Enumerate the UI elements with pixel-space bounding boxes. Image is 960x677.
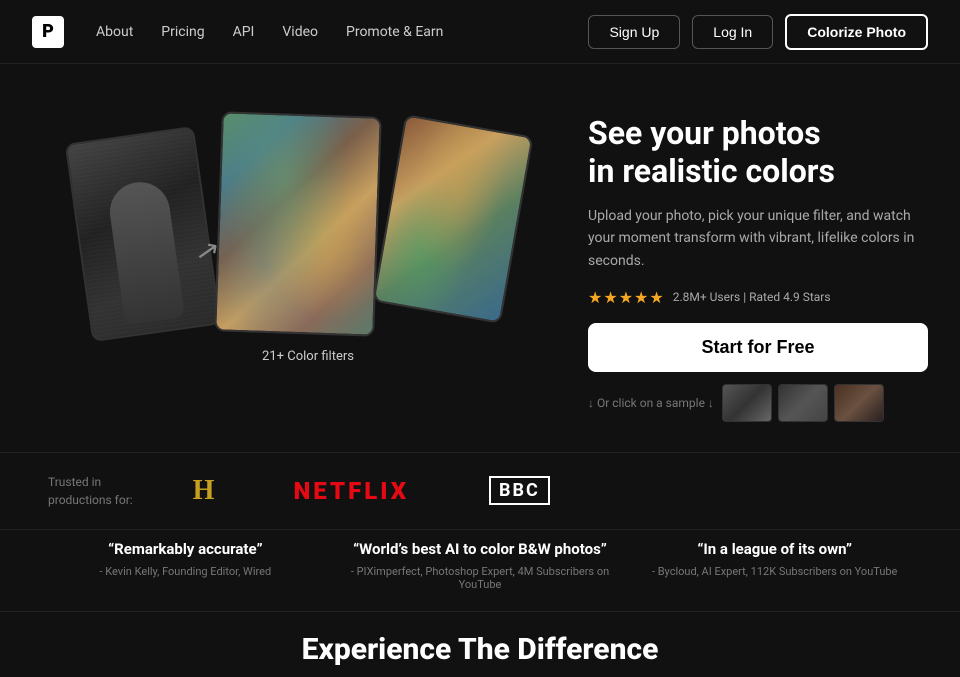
nav-links: About Pricing API Video Promote & Earn: [96, 24, 588, 40]
experience-section: Experience The Difference: [0, 611, 960, 677]
sample-row: ↓ Or click on a sample ↓: [588, 384, 928, 422]
sample-thumbnails: [722, 384, 884, 422]
quote-item-1: “Remarkably accurate” - Kevin Kelly, Fou…: [48, 540, 323, 592]
hero-headline: See your photos in realistic colors: [588, 114, 928, 191]
quote-item-2: “World’s best AI to color B&W photos” - …: [343, 540, 618, 592]
headline-line2: in realistic colors: [588, 152, 835, 190]
login-button[interactable]: Log In: [692, 15, 773, 49]
brand-logo[interactable]: P: [32, 16, 64, 48]
stars-row: ★★★★★ 2.8M+ Users | Rated 4.9 Stars: [588, 288, 928, 307]
quote-attr-3: - Bycloud, AI Expert, 112K Subscribers o…: [637, 565, 912, 578]
nav-link-api[interactable]: API: [233, 24, 255, 40]
nav-actions: Sign Up Log In Colorize Photo: [588, 14, 928, 50]
quotes-section: “Remarkably accurate” - Kevin Kelly, Fou…: [0, 529, 960, 612]
trusted-label-line2: productions for:: [48, 493, 133, 507]
bbc-logo: BBC: [489, 476, 550, 505]
hero-text: See your photos in realistic colors Uplo…: [568, 104, 928, 422]
brand-logos: H NETFLIX BBC: [193, 475, 912, 507]
quote-item-3: “In a league of its own” - Bycloud, AI E…: [637, 540, 912, 592]
trusted-label: Trusted in productions for:: [48, 473, 133, 509]
hero-description: Upload your photo, pick your unique filt…: [588, 205, 928, 272]
trusted-label-line1: Trusted in: [48, 475, 101, 489]
quote-attr-2: - PIXimperfect, Photoshop Expert, 4M Sub…: [343, 565, 618, 591]
logo-letter: P: [42, 21, 54, 42]
navbar: P About Pricing API Video Promote & Earn…: [0, 0, 960, 64]
sample-thumb-3[interactable]: [834, 384, 884, 422]
sample-thumb-1[interactable]: [722, 384, 772, 422]
hero-images: ↗ 21+ Color filters: [48, 104, 568, 364]
stars-label: 2.8M+ Users | Rated 4.9 Stars: [673, 290, 831, 304]
right-photo-card: [372, 114, 533, 324]
quote-attr-1: - Kevin Kelly, Founding Editor, Wired: [48, 565, 323, 578]
color-filters-label: 21+ Color filters: [228, 349, 388, 364]
sample-label: ↓ Or click on a sample ↓: [588, 396, 714, 410]
colorized-photo-card: [214, 111, 382, 336]
netflix-logo: NETFLIX: [293, 477, 409, 505]
hero-section: ↗ 21+ Color filters See your photos in r…: [0, 64, 960, 442]
quote-text-1: “Remarkably accurate”: [48, 540, 323, 560]
start-free-button[interactable]: Start for Free: [588, 323, 928, 372]
colorize-photo-button[interactable]: Colorize Photo: [785, 14, 928, 50]
trusted-section: Trusted in productions for: H NETFLIX BB…: [0, 452, 960, 529]
nav-link-about[interactable]: About: [96, 24, 133, 40]
stars-icons: ★★★★★: [588, 288, 665, 307]
headline-line1: See your photos: [588, 114, 821, 152]
nav-link-video[interactable]: Video: [282, 24, 318, 40]
history-channel-logo: H: [193, 475, 214, 507]
nav-link-promote[interactable]: Promote & Earn: [346, 24, 443, 40]
experience-title: Experience The Difference: [48, 632, 912, 667]
nav-link-pricing[interactable]: Pricing: [161, 24, 204, 40]
quote-text-3: “In a league of its own”: [637, 540, 912, 560]
signup-button[interactable]: Sign Up: [588, 15, 680, 49]
sample-thumb-2[interactable]: [778, 384, 828, 422]
quote-text-2: “World’s best AI to color B&W photos”: [343, 540, 618, 560]
